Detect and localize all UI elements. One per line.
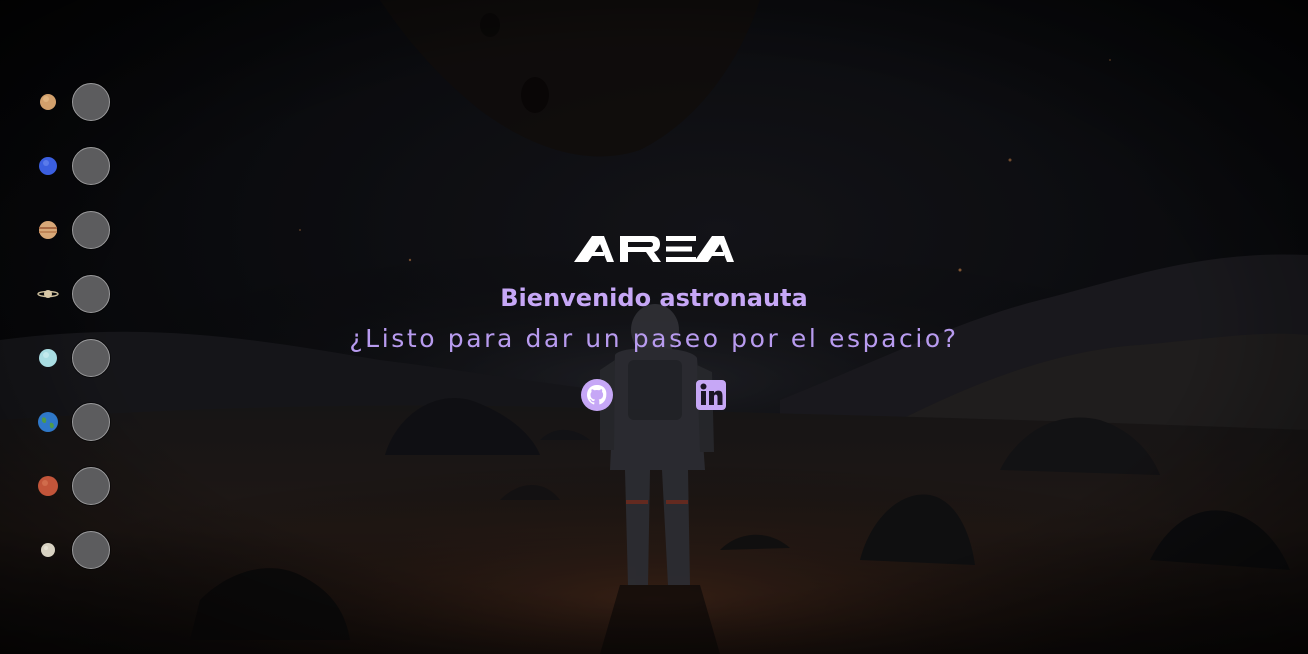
neptune-button[interactable] [72, 147, 110, 185]
linkedin-icon [694, 378, 728, 416]
planet-item-mars [36, 466, 116, 506]
mercury-button[interactable] [72, 531, 110, 569]
planet-item-mercury [36, 530, 116, 570]
welcome-heading: Bienvenido astronauta [500, 284, 808, 312]
earth-icon [36, 410, 60, 434]
earth-button[interactable] [72, 403, 110, 441]
mars-icon [36, 474, 60, 498]
mars-button[interactable] [72, 467, 110, 505]
planet-item-jupiter [36, 210, 116, 250]
tagline-text: ¿Listo para dar un paseo por el espacio? [349, 324, 959, 353]
venus-button[interactable] [72, 83, 110, 121]
venus-icon [36, 90, 60, 114]
mercury-icon [36, 538, 60, 562]
area-logo [574, 234, 734, 264]
neptune-icon [36, 154, 60, 178]
planet-item-earth [36, 402, 116, 442]
jupiter-icon [36, 218, 60, 242]
planet-item-neptune [36, 146, 116, 186]
linkedin-link[interactable] [694, 380, 728, 414]
jupiter-button[interactable] [72, 211, 110, 249]
github-icon [580, 378, 614, 416]
github-link[interactable] [580, 378, 614, 416]
planet-item-venus [36, 82, 116, 122]
